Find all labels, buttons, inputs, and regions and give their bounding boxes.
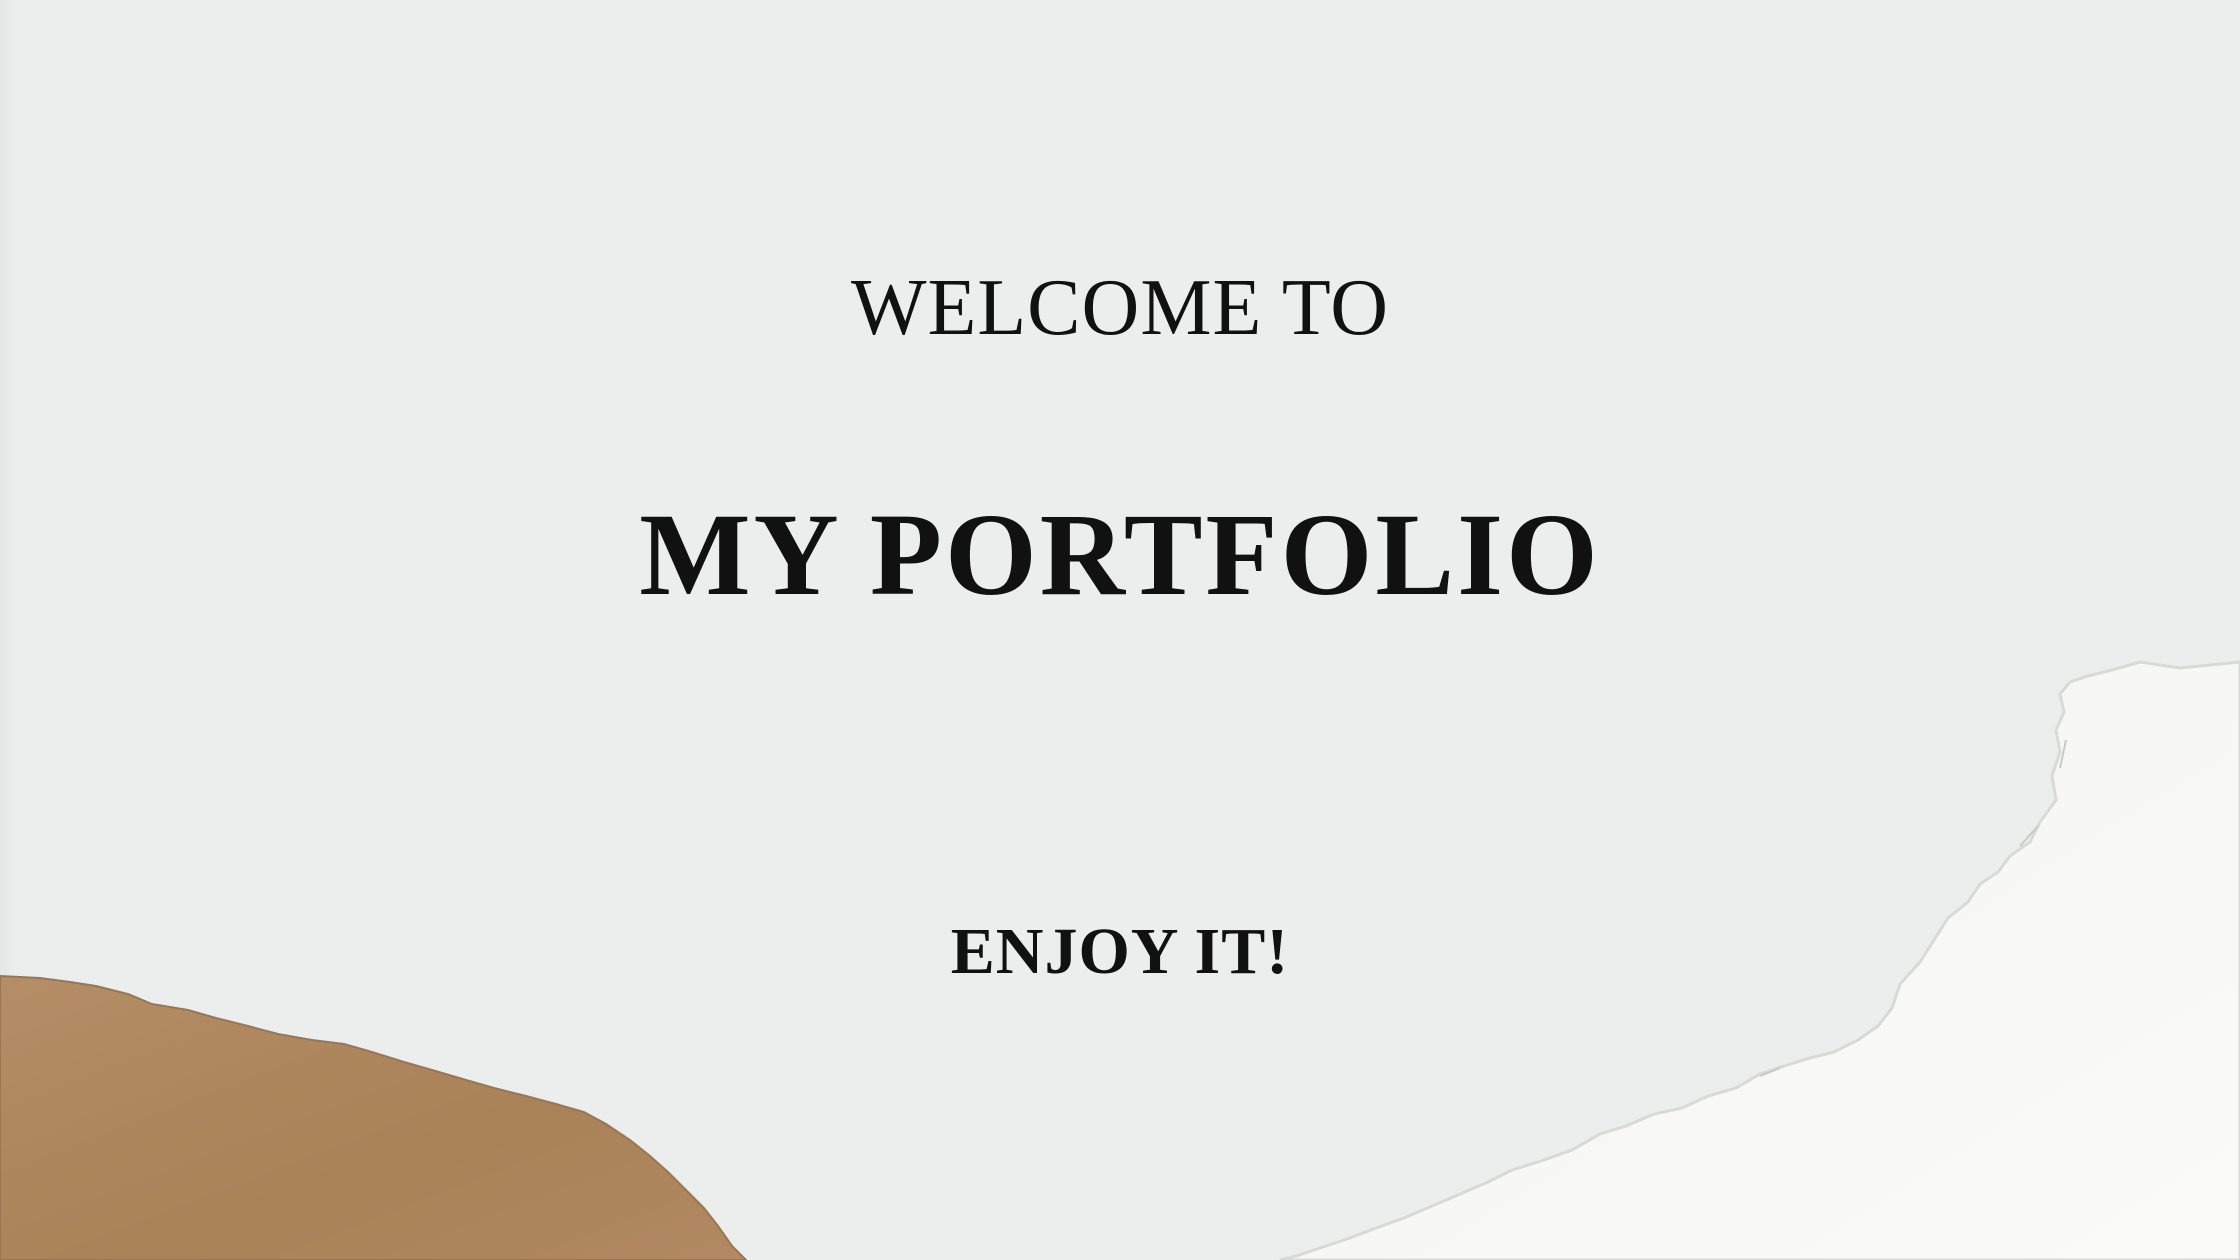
kraft-paper-torn-piece xyxy=(0,974,748,1260)
tagline: ENJOY IT! xyxy=(950,915,1290,988)
welcome-heading: WELCOME TO xyxy=(850,264,1390,352)
decorative-paper-layer xyxy=(0,660,2240,1260)
portfolio-title: MY PORTFOLIO xyxy=(639,489,1601,620)
